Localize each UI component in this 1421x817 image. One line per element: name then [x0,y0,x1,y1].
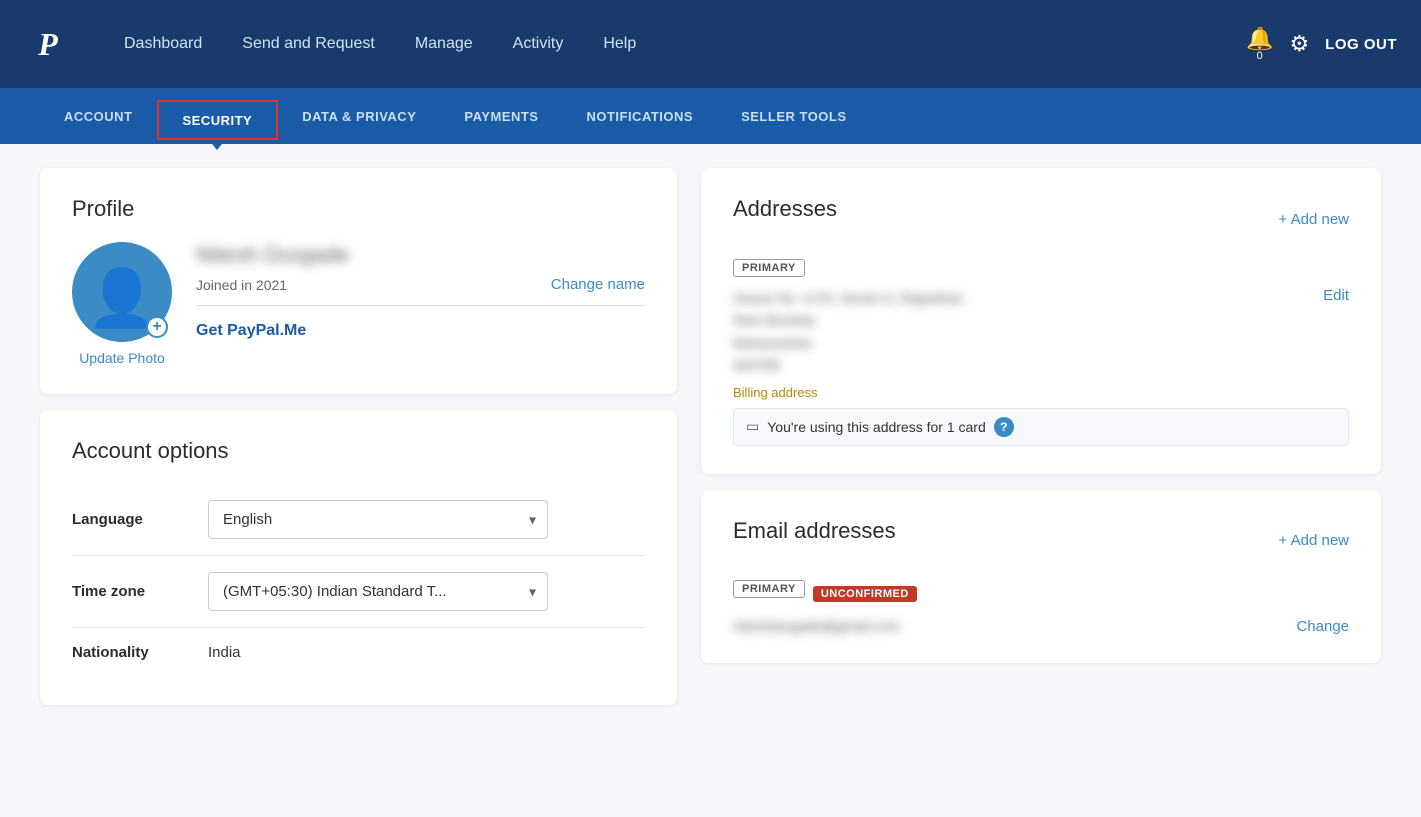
language-select-wrapper: English ▾ [208,500,548,539]
sub-nav: ACCOUNT SECURITY DATA & PRIVACY PAYMENTS… [0,88,1421,144]
nav-activity[interactable]: Activity [493,0,584,88]
nav-manage[interactable]: Manage [395,0,493,88]
address-text: House No. C/76, Sector 6, RajasthanNew M… [733,287,963,377]
card-usage-text: You're using this address for 1 card [767,419,986,435]
subnav-seller-tools[interactable]: SELLER TOOLS [717,88,870,144]
card-icon: ▭ [746,418,759,435]
logout-button[interactable]: LOG OUT [1325,36,1397,53]
top-nav-links: Dashboard Send and Request Manage Activi… [104,0,1246,88]
email-primary-badge: PRIMARY [733,580,805,598]
account-options-title: Account options [72,438,645,464]
unconfirmed-badge: UNCONFIRMED [813,586,917,602]
timezone-select[interactable]: (GMT+05:30) Indian Standard T... [208,572,548,611]
avatar[interactable]: 👤 + [72,242,172,342]
avatar-container: 👤 + Update Photo [72,242,172,366]
nationality-label: Nationality [72,644,192,661]
logo-letter: P [38,26,58,63]
addresses-card: Addresses + Add new PRIMARY House No. C/… [701,168,1381,474]
email-header: Email addresses + Add new [733,518,1349,564]
add-address-link[interactable]: + Add new [1279,211,1349,228]
notification-count: 0 [1257,50,1263,62]
primary-badge: PRIMARY [733,259,805,277]
profile-title: Profile [72,196,645,222]
profile-info: Nitesh Durgade Joined in 2021 Change nam… [196,242,645,340]
subnav-account[interactable]: ACCOUNT [40,88,157,144]
nationality-option-row: Nationality India [72,628,645,677]
subnav-security[interactable]: SECURITY [157,100,279,140]
card-usage-row: ▭ You're using this address for 1 card ? [733,408,1349,446]
address-row: House No. C/76, Sector 6, RajasthanNew M… [733,287,1349,377]
email-address-text: niteshdurgade@gmail.com [733,618,900,634]
nav-dashboard[interactable]: Dashboard [104,0,222,88]
bell-icon: 🔔 [1246,26,1273,52]
email-row: niteshdurgade@gmail.com Change [733,618,1349,635]
email-title: Email addresses [733,518,896,544]
profile-card: Profile 👤 + Update Photo Nitesh Durgade … [40,168,677,394]
main-content: Profile 👤 + Update Photo Nitesh Durgade … [0,144,1421,729]
language-label: Language [72,511,192,528]
update-photo-link[interactable]: Update Photo [79,350,165,366]
avatar-person-icon: 👤 [87,270,157,326]
subnav-payments[interactable]: PAYMENTS [440,88,562,144]
addresses-header: Addresses + Add new [733,196,1349,242]
paypal-logo[interactable]: P [24,20,72,68]
add-email-link[interactable]: + Add new [1279,532,1349,549]
user-name: Nitesh Durgade [196,242,645,268]
top-nav-right: 🔔 0 ⚙ LOG OUT [1246,26,1397,62]
language-select[interactable]: English [208,500,548,539]
right-column: Addresses + Add new PRIMARY House No. C/… [701,168,1381,705]
notification-button[interactable]: 🔔 0 [1246,26,1273,62]
left-column: Profile 👤 + Update Photo Nitesh Durgade … [40,168,677,705]
top-nav: P Dashboard Send and Request Manage Acti… [0,0,1421,88]
change-name-link[interactable]: Change name [551,276,645,293]
subnav-notifications[interactable]: NOTIFICATIONS [562,88,717,144]
nationality-value: India [208,644,241,661]
nav-help[interactable]: Help [583,0,656,88]
profile-row: 👤 + Update Photo Nitesh Durgade Joined i… [72,242,645,366]
email-addresses-card: Email addresses + Add new PRIMARY UNCONF… [701,490,1381,663]
billing-label: Billing address [733,385,1349,400]
email-badge-row: PRIMARY UNCONFIRMED [733,580,1349,608]
timezone-label: Time zone [72,583,192,600]
info-icon[interactable]: ? [994,417,1014,437]
language-option-row: Language English ▾ [72,484,645,556]
paypalme-link[interactable]: Get PayPal.Me [196,322,645,340]
change-email-link[interactable]: Change [1296,618,1349,635]
avatar-add-icon: + [146,316,168,338]
timezone-option-row: Time zone (GMT+05:30) Indian Standard T.… [72,556,645,628]
settings-icon[interactable]: ⚙ [1289,31,1309,57]
joined-text: Joined in 2021 [196,277,287,293]
joined-row: Joined in 2021 Change name [196,276,645,306]
addresses-title: Addresses [733,196,837,222]
timezone-select-wrapper: (GMT+05:30) Indian Standard T... ▾ [208,572,548,611]
subnav-data-privacy[interactable]: DATA & PRIVACY [278,88,440,144]
edit-address-link[interactable]: Edit [1323,287,1349,304]
nav-send-request[interactable]: Send and Request [222,0,395,88]
account-options-card: Account options Language English ▾ Time … [40,410,677,705]
